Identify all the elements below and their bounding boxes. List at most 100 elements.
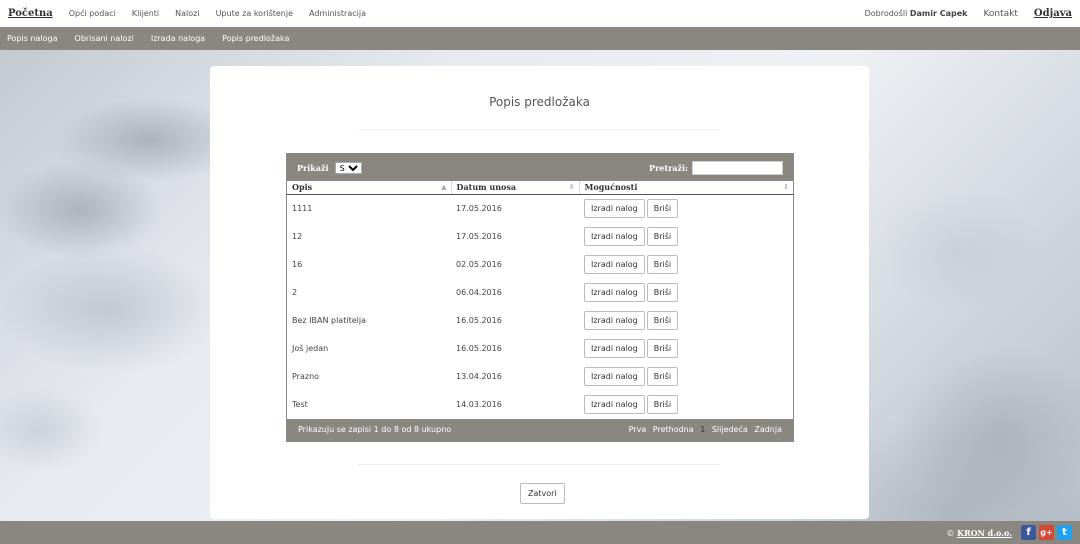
show-select[interactable]: Sve xyxy=(334,161,362,174)
templates-table: Prikaži Sve Pretraži: Opis ▲ Datum unosa ⇕… xyxy=(286,153,794,442)
copyright: © KRON d.o.o. xyxy=(946,528,1012,538)
subnav-popis-predlozaka[interactable]: Popis predložaka xyxy=(222,34,289,43)
cell-actions: Izradi nalog Briši xyxy=(579,334,793,362)
cell-datum: 14.03.2016 xyxy=(456,400,502,410)
cell-datum: 17.05.2016 xyxy=(456,231,502,241)
subnav-obrisani-nalozi[interactable]: Obrisani nalozi xyxy=(75,34,134,43)
sort-asc-icon: ▲ xyxy=(441,182,447,191)
cell-opis: Bez IBAN platitelja xyxy=(292,315,366,325)
cell-actions: Izradi nalog Briši xyxy=(579,222,793,250)
col-mogucnosti-label: Mogućnosti xyxy=(584,182,638,193)
top-navigation: Početna Opći podaci Klijenti Nalozi Uput… xyxy=(0,0,1080,27)
delete-button[interactable]: Briši xyxy=(646,367,679,387)
table-row: 1111 17.05.2016 Izradi nalog Briši xyxy=(287,194,793,222)
cell-datum: 16.05.2016 xyxy=(456,315,502,325)
create-order-button[interactable]: Izradi nalog xyxy=(584,198,645,218)
search-input[interactable] xyxy=(692,160,783,175)
col-mogucnosti[interactable]: Mogućnosti ⇕ xyxy=(579,181,793,195)
data-table: Opis ▲ Datum unosa ⇕ Mogućnosti ⇕ 1111 17.05… xyxy=(287,181,793,419)
create-order-button[interactable]: Izradi nalog xyxy=(584,310,645,330)
cell-datum: 06.04.2016 xyxy=(456,287,502,297)
col-datum[interactable]: Datum unosa ⇕ xyxy=(451,181,580,195)
delete-button[interactable]: Briši xyxy=(646,310,679,330)
logout-link[interactable]: Odjava xyxy=(1034,8,1072,19)
cell-datum: 13.04.2016 xyxy=(456,372,502,382)
company-link[interactable]: KRON d.o.o. xyxy=(957,528,1012,538)
table-body: 1111 17.05.2016 Izradi nalog Briši 12 17.05.2… xyxy=(287,194,793,419)
cell-opis: Prazno xyxy=(292,372,320,382)
facebook-icon[interactable]: f xyxy=(1021,525,1036,540)
subnav-izrada-naloga[interactable]: Izrada naloga xyxy=(151,34,205,43)
col-opis-label: Opis xyxy=(292,182,313,193)
create-order-button[interactable]: Izradi nalog xyxy=(584,282,645,302)
main-menu: Početna Opći podaci Klijenti Nalozi Uput… xyxy=(8,8,382,19)
cell-datum: 17.05.2016 xyxy=(456,203,502,213)
cell-datum: 16.05.2016 xyxy=(456,344,502,354)
user-area: Dobrodošli Damir Capek Kontakt Odjava xyxy=(865,8,1072,19)
search-label: Pretraži: xyxy=(649,162,688,173)
sort-icon: ⇕ xyxy=(783,182,789,191)
pager-next[interactable]: Slijedeća xyxy=(712,425,748,434)
search-control: Pretraži: xyxy=(649,160,783,175)
pager-last[interactable]: Zadnja xyxy=(754,425,782,434)
divider xyxy=(358,464,720,465)
create-order-button[interactable]: Izradi nalog xyxy=(584,226,645,246)
nav-upute[interactable]: Upute za korištenje xyxy=(216,9,293,18)
create-order-button[interactable]: Izradi nalog xyxy=(584,395,645,415)
cell-actions: Izradi nalog Briši xyxy=(579,391,793,419)
cell-datum: 02.05.2016 xyxy=(456,259,502,269)
google-plus-icon[interactable]: g+ xyxy=(1039,525,1054,540)
delete-button[interactable]: Briši xyxy=(646,198,679,218)
table-row: Prazno 13.04.2016 Izradi nalog Briši xyxy=(287,363,793,391)
delete-button[interactable]: Briši xyxy=(646,282,679,302)
cell-opis: Test xyxy=(292,400,308,410)
show-label: Prikaži xyxy=(297,162,329,173)
table-row: Bez IBAN platitelja 16.05.2016 Izradi nalo… xyxy=(287,306,793,334)
welcome-text: Dobrodošli Damir Capek xyxy=(865,9,968,18)
cell-opis: 2 xyxy=(292,287,298,297)
nav-administracija[interactable]: Administracija xyxy=(309,9,366,18)
cell-opis: 1111 xyxy=(292,203,313,213)
cell-actions: Izradi nalog Briši xyxy=(579,250,793,278)
cell-actions: Izradi nalog Briši xyxy=(579,306,793,334)
delete-button[interactable]: Briši xyxy=(646,339,679,359)
nav-klijenti[interactable]: Klijenti xyxy=(132,9,159,18)
delete-button[interactable]: Briši xyxy=(646,254,679,274)
nav-opci-podaci[interactable]: Opći podaci xyxy=(69,9,116,18)
table-row: 2 06.04.2016 Izradi nalog Briši xyxy=(287,278,793,306)
table-row: Test 14.03.2016 Izradi nalog Briši xyxy=(287,391,793,419)
welcome-label: Dobrodošli xyxy=(864,9,908,18)
copyright-symbol: © xyxy=(946,528,955,538)
create-order-button[interactable]: Izradi nalog xyxy=(584,367,645,387)
cell-actions: Izradi nalog Briši xyxy=(579,194,793,222)
table-row: 12 17.05.2016 Izradi nalog Briši xyxy=(287,222,793,250)
cell-actions: Izradi nalog Briši xyxy=(579,278,793,306)
sub-navigation: Popis naloga Obrisani nalozi Izrada nalo… xyxy=(0,27,1080,50)
col-datum-label: Datum unosa xyxy=(456,182,517,193)
create-order-button[interactable]: Izradi nalog xyxy=(584,254,645,274)
cell-actions: Izradi nalog Briši xyxy=(579,363,793,391)
pager-current[interactable]: 1 xyxy=(700,425,705,434)
records-info: Prikazuju se zapisi 1 do 8 od 8 ukupno xyxy=(298,425,452,435)
table-footer: Prikazuju se zapisi 1 do 8 od 8 ukupno P… xyxy=(287,418,793,441)
cell-opis: Još jedan xyxy=(292,344,329,354)
pagination: Prva Prethodna 1 Slijedeća Zadnja xyxy=(625,425,782,434)
page-title: Popis predložaka xyxy=(489,95,590,109)
pager-first[interactable]: Prva xyxy=(629,425,647,434)
subnav-popis-naloga[interactable]: Popis naloga xyxy=(7,34,58,43)
twitter-icon[interactable]: t xyxy=(1057,525,1072,540)
col-opis[interactable]: Opis ▲ xyxy=(287,181,452,195)
delete-button[interactable]: Briši xyxy=(646,226,679,246)
table-row: Još jedan 16.05.2016 Izradi nalog Briši xyxy=(287,334,793,362)
table-row: 16 02.05.2016 Izradi nalog Briši xyxy=(287,250,793,278)
cell-opis: 12 xyxy=(292,231,303,241)
create-order-button[interactable]: Izradi nalog xyxy=(584,339,645,359)
delete-button[interactable]: Briši xyxy=(646,395,679,415)
sort-icon: ⇕ xyxy=(568,182,575,191)
show-control: Prikaži Sve xyxy=(297,161,362,174)
nav-nalozi[interactable]: Nalozi xyxy=(175,9,199,18)
pager-prev[interactable]: Prethodna xyxy=(653,425,694,434)
contact-link[interactable]: Kontakt xyxy=(983,9,1017,19)
nav-home[interactable]: Početna xyxy=(8,8,53,19)
close-button[interactable]: Zatvori xyxy=(520,483,565,504)
